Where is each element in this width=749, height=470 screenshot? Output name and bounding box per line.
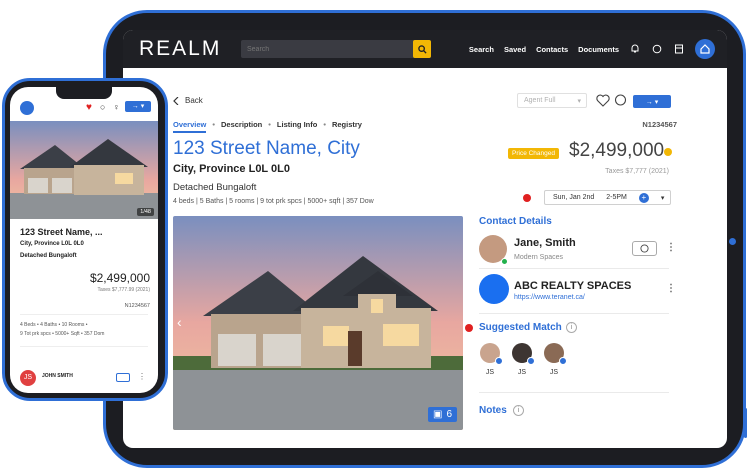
chevron-down-icon: ▾ (577, 97, 581, 105)
match-initials: JS (517, 369, 527, 376)
photo-count: 6 (446, 409, 452, 420)
telegram-icon (495, 357, 503, 365)
brokerage-link[interactable]: https://www.teranet.ca/ (514, 294, 585, 301)
notes-heading: Notes (479, 405, 507, 416)
tab-separator: • (323, 120, 326, 129)
tab-separator: • (268, 120, 271, 129)
agent-name[interactable]: Jane, Smith (514, 237, 576, 249)
brokerage-logo (479, 274, 509, 304)
avatar (512, 343, 535, 365)
chat-bubble-icon (640, 244, 649, 253)
phone-agent-name[interactable]: JOHN SMITH (42, 373, 73, 379)
house-photo (173, 216, 463, 430)
back-label: Back (185, 96, 203, 105)
suggested-alert-dot (465, 324, 473, 332)
listing-photo[interactable]: ‹ ▣ 6 (173, 216, 463, 430)
taxes-label: Taxes $7,777 (2021) (605, 168, 669, 175)
listing-id: N1234567 (642, 120, 677, 129)
city-postal: City, Province L0L 0L0 (173, 163, 290, 175)
alert-dot (523, 194, 531, 202)
telegram-icon (559, 357, 567, 365)
telegram-icon (527, 357, 535, 365)
divider (479, 268, 669, 269)
phone-taxes: Taxes $7,777.99 (2021) (97, 287, 150, 293)
agent-more-icon[interactable]: ⋮ (138, 372, 146, 381)
showing-time: 2-5PM (606, 194, 627, 201)
tab-description[interactable]: Description (221, 120, 262, 133)
agent-company: Modern Spaces (514, 254, 564, 261)
divider (20, 314, 148, 315)
tab-listing-info[interactable]: Listing Info (277, 120, 317, 133)
suggested-match-item[interactable]: JS (477, 343, 503, 376)
previous-photo-icon[interactable]: ‹ (177, 314, 182, 330)
suggested-match-item[interactable]: JS (541, 343, 567, 376)
image-icon: ▣ (432, 409, 443, 420)
showing-date-picker[interactable]: Sun, Jan 2nd 2-5PM + ▾ (544, 190, 671, 205)
share-button[interactable]: → ▾ (633, 95, 671, 108)
phone-property-type: Detached Bungaloft (20, 253, 77, 259)
listing-price: $2,499,000 (569, 140, 665, 161)
listing-tabs: Overview • Description • Listing Info • … (173, 120, 362, 133)
tablet-camera (729, 238, 736, 245)
tablet-side-button (744, 408, 747, 438)
heart-icon[interactable] (596, 94, 610, 107)
phone-specs-line-2: 9 Tot prk spcs • 5000+ Sqft • 357 Dom (20, 331, 105, 337)
avatar (544, 343, 567, 365)
property-type: Detached Bungaloft (173, 182, 257, 193)
suggested-match-heading: Suggested Match (479, 322, 562, 333)
stage: REALM Search Saved Contacts Documents (0, 0, 749, 470)
phone-price: $2,499,000 (89, 271, 150, 285)
avatar (480, 343, 503, 365)
bulb-icon[interactable]: ♀ (113, 102, 120, 112)
price-changed-badge: Price Changed (508, 148, 559, 159)
home-icon[interactable] (20, 101, 34, 115)
property-specs: 4 beds | 5 Baths | 5 rooms | 9 tot prk s… (173, 198, 374, 205)
photo-counter: 1/48 (137, 208, 154, 216)
tab-overview[interactable]: Overview (173, 120, 207, 133)
phone-address: 123 Street Name, ... (20, 227, 103, 237)
heart-icon[interactable]: ♥ (86, 102, 92, 113)
message-agent-button[interactable] (632, 241, 657, 256)
brokerage-name: ABC REALTY SPACES (514, 280, 632, 292)
showing-date: Sun, Jan 2nd (553, 194, 595, 201)
info-icon[interactable]: i (513, 405, 524, 416)
info-icon[interactable]: i (566, 322, 577, 333)
phone-city-postal: City, Province L0L 0L0 (20, 241, 84, 247)
phone-listing-photo[interactable]: 1/48 (10, 121, 158, 219)
agent-full-select[interactable]: Agent Full ▾ (517, 93, 587, 108)
address-title: 123 Street Name, City (173, 138, 360, 159)
match-initials: JS (485, 369, 495, 376)
agent-select-value: Agent Full (524, 97, 556, 104)
contact-details-heading: Contact Details (479, 216, 552, 227)
online-status-dot (501, 258, 508, 265)
divider (479, 313, 669, 314)
phone-specs-line-1: 4 Beds • 4 Baths • 10 Rooms • (20, 322, 88, 328)
chevron-left-icon (173, 96, 179, 105)
house-photo (10, 121, 158, 219)
suggested-match-item[interactable]: JS (509, 343, 535, 376)
tab-registry[interactable]: Registry (332, 120, 362, 133)
back-link[interactable]: Back (173, 96, 203, 105)
divider (20, 346, 148, 347)
message-agent-button[interactable] (116, 373, 130, 382)
tab-separator: • (212, 120, 215, 129)
phone-listing-id: N1234567 (124, 303, 150, 309)
add-showing-icon[interactable]: + (638, 192, 649, 203)
match-initials: JS (549, 369, 559, 376)
price-status-dot (664, 148, 672, 156)
divider (479, 392, 669, 393)
share-icon: → ▾ (645, 98, 659, 106)
chat-icon[interactable]: ○ (100, 102, 105, 112)
agent-avatar[interactable]: JS (20, 370, 36, 386)
brokerage-more-icon[interactable]: ⋮ (666, 283, 676, 294)
share-button[interactable]: → ▾ (125, 101, 151, 112)
phone-notch (56, 87, 112, 99)
listing-content: Back Agent Full ▾ → ▾ Overview • Descrip… (123, 30, 727, 448)
message-icon[interactable] (614, 94, 627, 107)
agent-more-icon[interactable]: ⋮ (666, 242, 676, 253)
photo-count-badge[interactable]: ▣ 6 (427, 407, 457, 422)
chevron-down-icon: ▾ (660, 194, 665, 202)
phone-screen: ♥ ○ ♀ → ▾ 1/48 123 Street Name, ... City… (10, 87, 158, 393)
